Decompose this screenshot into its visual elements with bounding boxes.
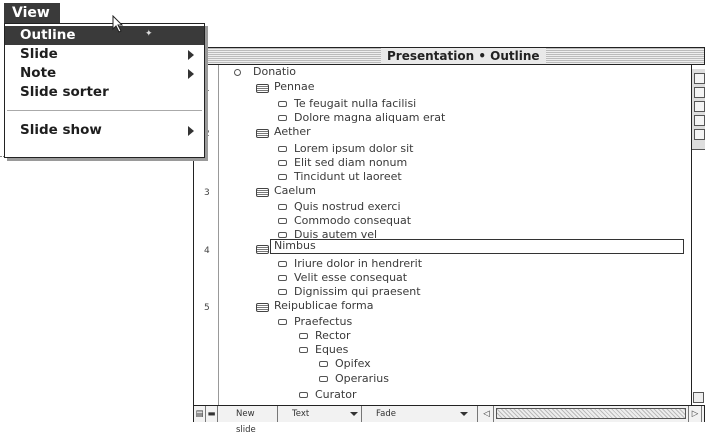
slide-icon bbox=[256, 129, 269, 138]
outline-item[interactable]: Dolore magna aliquam erat bbox=[294, 111, 445, 125]
outline-root[interactable]: Donatio bbox=[253, 65, 296, 79]
view-tab-icon[interactable] bbox=[694, 87, 705, 98]
horizontal-scrollbar[interactable] bbox=[496, 408, 686, 419]
outline-item[interactable]: Quis nostrud exerci bbox=[294, 200, 401, 214]
view-tab-icon[interactable] bbox=[694, 101, 705, 112]
slide-icon bbox=[256, 188, 269, 197]
minus-icon[interactable]: ▬ bbox=[206, 406, 218, 422]
transition-popup[interactable]: Fade bbox=[362, 406, 478, 422]
slide-number-column-divider bbox=[218, 65, 219, 405]
bullet-dash-icon bbox=[278, 232, 287, 238]
menu-title-view[interactable]: View bbox=[4, 3, 60, 23]
submenu-arrow-icon bbox=[188, 126, 194, 136]
outline-item[interactable]: Commodo consequat bbox=[294, 214, 411, 228]
selected-slide-title-box[interactable]: Nimbus bbox=[270, 239, 684, 254]
bullet-dash-icon bbox=[278, 289, 287, 295]
arrow-pointer-icon bbox=[112, 15, 124, 33]
view-tabs bbox=[692, 69, 705, 150]
outline-window: Presentation • Outline Donatio 1 Pennae … bbox=[193, 47, 705, 435]
menu-item-outline[interactable]: Outline ✦ bbox=[5, 26, 204, 45]
slide-number: 3 bbox=[204, 188, 210, 198]
menu-item-slide[interactable]: Slide bbox=[5, 45, 204, 64]
bullet-dash-icon bbox=[278, 319, 287, 325]
bullet-dash-icon bbox=[278, 174, 287, 180]
outline-item[interactable]: Iriure dolor in hendrerit bbox=[294, 257, 422, 271]
slide-number: 4 bbox=[204, 246, 210, 256]
bullet-dash-icon bbox=[278, 275, 287, 281]
outline-item[interactable]: Elit sed diam nonum bbox=[294, 156, 407, 170]
dropdown-arrow-icon bbox=[460, 412, 468, 416]
sparkle-icon: ✦ bbox=[145, 29, 153, 39]
text-style-popup[interactable]: Text bbox=[278, 406, 362, 422]
outline-item[interactable]: Rector bbox=[315, 329, 351, 343]
scroll-right-arrow-icon[interactable]: ▷ bbox=[688, 406, 702, 422]
submenu-arrow-icon bbox=[188, 50, 194, 60]
outline-item[interactable]: Tincidunt ut laoreet bbox=[294, 170, 402, 184]
bullet-dash-icon bbox=[278, 160, 287, 166]
outline-content[interactable]: Donatio 1 Pennae Te feugait nulla facili… bbox=[194, 65, 691, 405]
slide-icon bbox=[256, 245, 269, 254]
menu-item-note[interactable]: Note bbox=[5, 64, 204, 83]
scroll-down-arrow-icon[interactable] bbox=[693, 392, 704, 403]
outline-item[interactable]: Praefectus bbox=[294, 315, 352, 329]
bullet-dash-icon bbox=[299, 347, 308, 353]
bullet-dash-icon bbox=[319, 376, 328, 382]
outline-item[interactable]: Eques bbox=[315, 343, 348, 357]
bullet-dash-icon bbox=[299, 333, 308, 339]
slide-icon bbox=[256, 84, 269, 93]
layout-label: New slide bbox=[236, 409, 256, 435]
menu-item-label: Outline bbox=[20, 27, 76, 43]
outline-item[interactable]: Te feugait nulla facilisi bbox=[294, 97, 416, 111]
bullet-dash-icon bbox=[278, 146, 287, 152]
slide-title[interactable]: Caelum bbox=[274, 184, 316, 198]
outline-item[interactable]: Curator bbox=[315, 388, 356, 402]
dropdown-arrow-icon bbox=[350, 412, 358, 416]
view-tab-icon[interactable] bbox=[694, 115, 705, 126]
view-tab-icon[interactable] bbox=[694, 129, 705, 140]
menu-item-label: Slide sorter bbox=[20, 84, 109, 100]
bullet-dash-icon bbox=[278, 204, 287, 210]
menu-item-label: Slide show bbox=[20, 122, 102, 138]
slide-title[interactable]: Reipublicae forma bbox=[274, 299, 373, 313]
submenu-arrow-icon bbox=[188, 69, 194, 79]
slide-title[interactable]: Aether bbox=[274, 125, 311, 139]
bullet-dash-icon bbox=[299, 392, 308, 398]
bullet-dash-icon bbox=[278, 115, 287, 121]
outline-item[interactable]: Opifex bbox=[335, 357, 371, 371]
scroll-left-arrow-icon[interactable]: ◁ bbox=[480, 406, 494, 422]
view-menu-dropdown: Outline ✦ Slide Note Slide sorter Slide … bbox=[4, 23, 205, 158]
menu-separator bbox=[7, 110, 202, 111]
menu-item-slide-sorter[interactable]: Slide sorter bbox=[5, 83, 204, 102]
bullet-dash-icon bbox=[319, 361, 328, 367]
menu-item-label: Note bbox=[20, 65, 57, 81]
window-titlebar[interactable]: Presentation • Outline bbox=[194, 48, 704, 65]
layout-popup[interactable]: New slide bbox=[218, 406, 278, 435]
view-tab-icon[interactable] bbox=[694, 73, 705, 84]
bullet-dash-icon bbox=[278, 261, 287, 267]
outline-item[interactable]: Dignissim qui praesent bbox=[294, 285, 421, 299]
outline-item[interactable]: Operarius bbox=[335, 372, 389, 386]
menu-item-label: Slide bbox=[20, 46, 58, 62]
outline-item[interactable]: Velit esse consequat bbox=[294, 271, 407, 285]
page-icon[interactable]: ▤ bbox=[194, 406, 206, 422]
menu-item-slide-show[interactable]: Slide show bbox=[5, 121, 204, 140]
slide-title[interactable]: Nimbus bbox=[274, 239, 316, 253]
vertical-scrollbar[interactable] bbox=[691, 65, 705, 405]
status-bar: ▤ ▬ New slide Text Fade ◁ ▷ bbox=[194, 405, 704, 435]
slide-icon bbox=[256, 303, 269, 312]
bullet-dash-icon bbox=[278, 218, 287, 224]
outline-item[interactable]: Lorem ipsum dolor sit bbox=[294, 142, 414, 156]
transition-label: Fade bbox=[376, 409, 396, 419]
slide-number: 5 bbox=[204, 303, 210, 313]
text-style-label: Text bbox=[292, 409, 310, 419]
bullet-dash-icon bbox=[278, 101, 287, 107]
window-title: Presentation • Outline bbox=[381, 48, 546, 64]
slide-title[interactable]: Pennae bbox=[274, 80, 314, 94]
circle-bullet-icon bbox=[234, 69, 241, 76]
